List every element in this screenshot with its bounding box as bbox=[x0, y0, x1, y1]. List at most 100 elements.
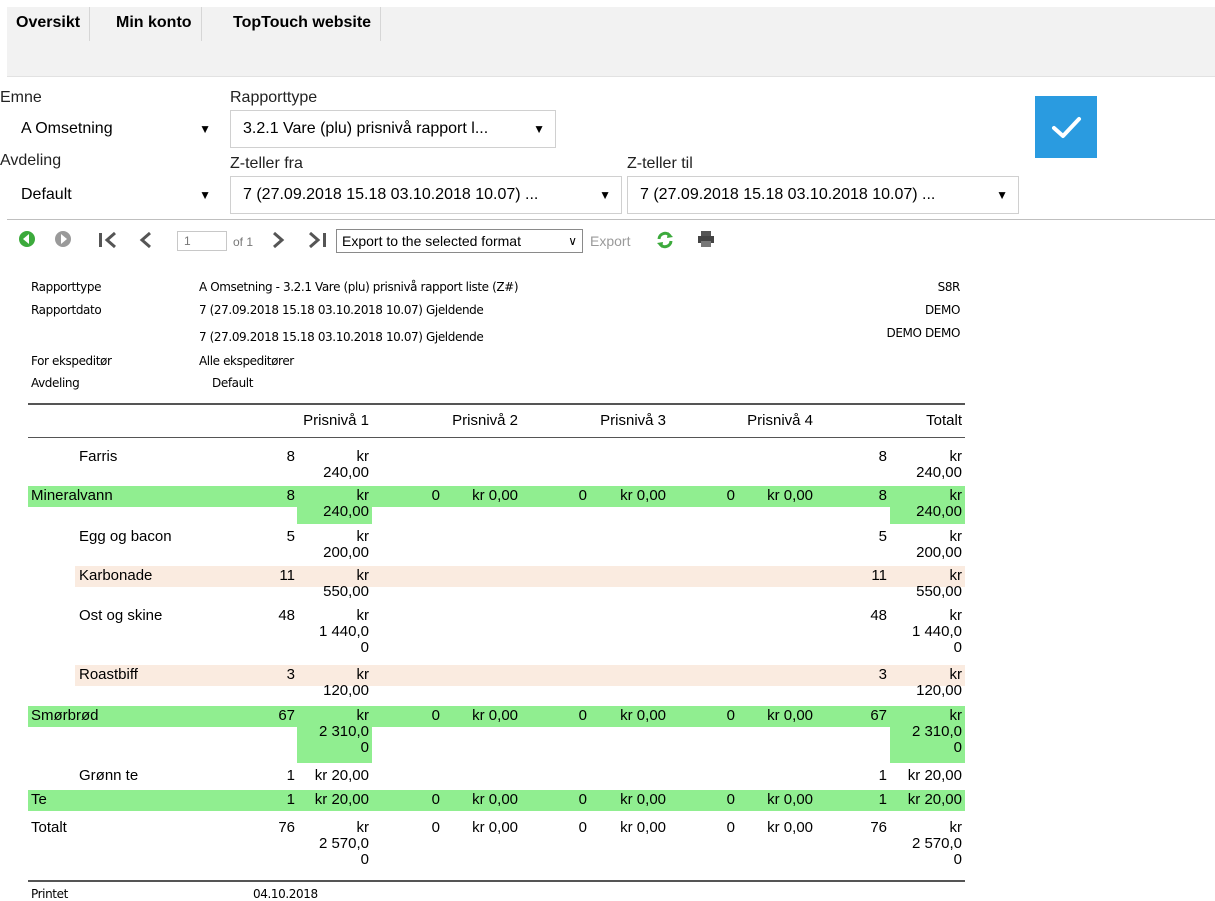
ekspeditor-label: For ekspeditør bbox=[31, 354, 112, 368]
cell-p4q: 0 bbox=[726, 791, 735, 808]
avdeling-select[interactable]: Default ▼ bbox=[8, 176, 222, 214]
export-button[interactable]: Export bbox=[590, 233, 630, 249]
zteller-fra-value: 7 (27.09.2018 15.18 03.10.2018 10.07) ..… bbox=[243, 186, 539, 203]
cell-p1a: kr 240,00 bbox=[323, 448, 369, 481]
cell-tq: 8 bbox=[878, 487, 887, 504]
zteller-til-select[interactable]: 7 (27.09.2018 15.18 03.10.2018 10.07) ..… bbox=[627, 176, 1019, 214]
cell-p4a: kr 0,00 bbox=[767, 707, 813, 724]
cell-p1q: 1 bbox=[286, 791, 295, 808]
previous-page-icon[interactable] bbox=[138, 230, 154, 250]
row-label: Smørbrød bbox=[31, 707, 99, 724]
cell-p1a: kr 20,00 bbox=[314, 791, 369, 808]
cell-p3a: kr 0,00 bbox=[620, 487, 666, 504]
column-header-totalt: Totalt bbox=[926, 412, 962, 429]
row-label: Te bbox=[31, 791, 47, 808]
back-icon[interactable] bbox=[18, 230, 36, 248]
row-label: Egg og bacon bbox=[79, 528, 172, 545]
cell-p3q: 0 bbox=[578, 487, 587, 504]
print-icon[interactable] bbox=[697, 230, 715, 248]
cell-p1q: 11 bbox=[279, 567, 295, 584]
nav-toptouch-website[interactable]: TopTouch website bbox=[224, 7, 382, 41]
cell-p1a: kr 240,00 bbox=[323, 487, 369, 520]
cell-tq: 11 bbox=[871, 567, 887, 584]
cell-p3a: kr 0,00 bbox=[620, 707, 666, 724]
rapporttype-label: Rapporttype bbox=[230, 89, 318, 106]
last-page-icon[interactable] bbox=[306, 230, 330, 250]
chevron-down-icon: ∨ bbox=[568, 234, 577, 248]
cell-p2a: kr 0,00 bbox=[472, 707, 518, 724]
alt-row-background bbox=[75, 665, 965, 686]
report-code: S8R bbox=[937, 280, 961, 294]
printet-value: 04.10.2018 bbox=[253, 887, 318, 901]
cell-p1q: 8 bbox=[286, 487, 295, 504]
row-label: Roastbiff bbox=[79, 666, 138, 683]
cell-p1a: kr 550,00 bbox=[323, 567, 369, 600]
cell-p1a: kr 2 310,0 0 bbox=[318, 707, 369, 756]
cell-p1q: 1 bbox=[286, 767, 295, 784]
cell-p2a: kr 0,00 bbox=[472, 487, 518, 504]
apply-button[interactable] bbox=[1035, 96, 1097, 158]
rapporttype-value: A Omsetning - 3.2.1 Vare (plu) prisnivå … bbox=[199, 280, 519, 294]
column-header-prisniva-4: Prisnivå 4 bbox=[747, 412, 813, 429]
table-top-rule bbox=[28, 403, 965, 405]
row-label: Mineralvann bbox=[31, 487, 113, 504]
cell-p2q: 0 bbox=[431, 707, 440, 724]
cell-ta: kr 2 570,0 0 bbox=[911, 819, 962, 868]
cell-p3q: 0 bbox=[578, 819, 587, 836]
zteller-til-label: Z-teller til bbox=[627, 155, 693, 172]
cell-p1a: kr 120,00 bbox=[323, 666, 369, 699]
emne-select[interactable]: A Omsetning ▼ bbox=[8, 110, 222, 148]
avdeling-label: Avdeling bbox=[31, 376, 80, 390]
emne-value: A Omsetning bbox=[21, 120, 113, 137]
cell-p1a: kr 2 570,0 0 bbox=[318, 819, 369, 868]
cell-p3a: kr 0,00 bbox=[620, 791, 666, 808]
first-page-icon[interactable] bbox=[97, 230, 121, 250]
cell-p4q: 0 bbox=[726, 819, 735, 836]
rapporttype-select[interactable]: 3.2.1 Vare (plu) prisnivå rapport l... ▼ bbox=[230, 110, 556, 148]
zteller-fra-select[interactable]: 7 (27.09.2018 15.18 03.10.2018 10.07) ..… bbox=[230, 176, 622, 214]
export-format-select[interactable]: Export to the selected format ∨ bbox=[336, 229, 583, 253]
cell-ta: kr 120,00 bbox=[916, 666, 962, 699]
row-label: Totalt bbox=[31, 819, 67, 836]
next-page-icon[interactable] bbox=[270, 230, 286, 250]
rapportdato-value-2: 7 (27.09.2018 15.18 03.10.2018 10.07) Gj… bbox=[199, 330, 484, 344]
cell-p4q: 0 bbox=[726, 487, 735, 504]
cell-ta: kr 240,00 bbox=[916, 487, 962, 520]
nav-min-konto[interactable]: Min konto bbox=[107, 7, 202, 41]
cell-p2q: 0 bbox=[431, 791, 440, 808]
cell-p1a: kr 200,00 bbox=[323, 528, 369, 561]
avdeling-value: Default bbox=[212, 376, 254, 390]
page-number-input[interactable]: 1 bbox=[177, 231, 227, 251]
cell-p1q: 48 bbox=[278, 607, 295, 624]
cell-ta: kr 200,00 bbox=[916, 528, 962, 561]
divider bbox=[7, 219, 1215, 220]
header-rule bbox=[28, 437, 965, 438]
cell-ta: kr 20,00 bbox=[907, 791, 962, 808]
row-label: Karbonade bbox=[79, 567, 153, 584]
avdeling-value: Default bbox=[21, 186, 72, 203]
row-label: Ost og skine bbox=[79, 607, 163, 624]
emne-label: Emne bbox=[0, 89, 42, 106]
cell-p1q: 76 bbox=[278, 819, 295, 836]
top-nav: Oversikt Min konto TopTouch website bbox=[7, 7, 1215, 77]
cell-tq: 48 bbox=[870, 607, 887, 624]
cell-p4a: kr 0,00 bbox=[767, 819, 813, 836]
refresh-icon[interactable] bbox=[655, 230, 675, 250]
cell-p1q: 8 bbox=[286, 448, 295, 465]
cell-p1a: kr 1 440,0 0 bbox=[318, 607, 369, 656]
nav-oversikt[interactable]: Oversikt bbox=[7, 7, 91, 41]
cell-p3q: 0 bbox=[578, 791, 587, 808]
report-company: DEMO bbox=[924, 303, 960, 317]
cell-tq: 8 bbox=[878, 448, 887, 465]
avdeling-label: Avdeling bbox=[0, 152, 62, 169]
chevron-down-icon: ▼ bbox=[996, 188, 1008, 202]
rapporttype-label: Rapporttype bbox=[31, 280, 102, 294]
export-format-value: Export to the selected format bbox=[342, 233, 521, 249]
cell-p4q: 0 bbox=[726, 707, 735, 724]
cell-ta: kr 2 310,0 0 bbox=[911, 707, 962, 756]
zteller-til-value: 7 (27.09.2018 15.18 03.10.2018 10.07) ..… bbox=[640, 186, 936, 203]
cell-p4a: kr 0,00 bbox=[767, 487, 813, 504]
alt-row-background bbox=[75, 566, 965, 587]
cell-p3q: 0 bbox=[578, 707, 587, 724]
forward-icon[interactable] bbox=[54, 230, 72, 248]
